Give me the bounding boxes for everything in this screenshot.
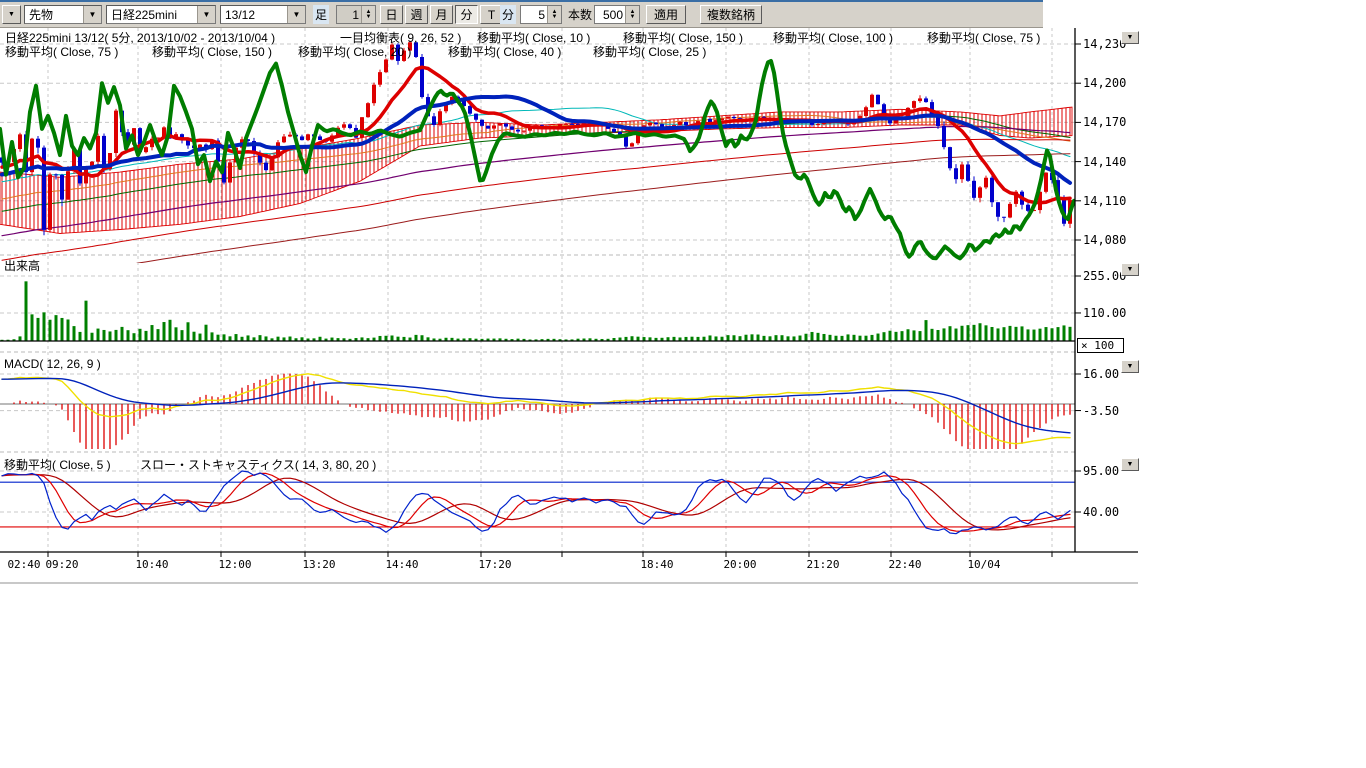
chevron-down-icon: ▼ xyxy=(1127,363,1134,370)
y-axis-tick-label: 14,200 xyxy=(1083,76,1126,90)
x-axis-tick-label: 10/04 xyxy=(967,558,1000,571)
x-axis-tick-label: 17:20 xyxy=(478,558,511,571)
volume-panel-label: 出来高 xyxy=(4,257,40,274)
macd-panel xyxy=(2,374,1070,458)
x-axis-tick-label: 21:20 xyxy=(806,558,839,571)
x-axis-tick-label: 20:00 xyxy=(723,558,756,571)
stoch-ma-label: 移動平均( Close, 5 ) xyxy=(4,456,111,473)
volume-multiplier-badge: × 100 xyxy=(1077,338,1124,353)
y-axis-tick-label: -3.50 xyxy=(1083,404,1119,418)
price-panel-menu-button[interactable]: ▼ xyxy=(1121,31,1139,44)
y-axis-tick-label: 14,230 xyxy=(1083,37,1126,51)
macd-panel-menu-button[interactable]: ▼ xyxy=(1121,360,1139,373)
x-axis-tick-label: 13:20 xyxy=(302,558,335,571)
indicator-header-item: 移動平均( Close, 75 ) xyxy=(5,43,118,60)
macd-panel-label: MACD( 12, 26, 9 ) xyxy=(4,357,101,371)
y-axis-tick-label: 14,170 xyxy=(1083,115,1126,129)
indicator-header-item: 移動平均( Close, 20 ) xyxy=(298,43,411,60)
indicator-header-item: 移動平均( Close, 100 ) xyxy=(773,29,893,46)
y-axis-tick-label: 16.00 xyxy=(1083,367,1119,381)
chart-canvas xyxy=(0,0,1366,768)
overlay-series-green xyxy=(0,61,1074,258)
x-axis-tick-label: 18:40 xyxy=(640,558,673,571)
chevron-down-icon: ▼ xyxy=(1127,266,1134,273)
indicator-header-item: 移動平均( Close, 150 ) xyxy=(152,43,272,60)
price-panel xyxy=(0,41,1074,285)
indicator-header-item: 移動平均( Close, 75 ) xyxy=(927,29,1040,46)
y-axis-tick-label: 40.00 xyxy=(1083,505,1119,519)
y-axis-tick-label: 14,110 xyxy=(1083,194,1126,208)
chevron-down-icon: ▼ xyxy=(1127,461,1134,468)
x-axis-tick-label: 14:40 xyxy=(385,558,418,571)
volume-panel xyxy=(1,281,1072,341)
y-axis-tick-label: 255.00 xyxy=(1083,269,1126,283)
x-axis-tick-label: 22:40 xyxy=(888,558,921,571)
x-axis-tick-label: 10:40 xyxy=(135,558,168,571)
x-axis-tick-label: 12:00 xyxy=(218,558,251,571)
stochastics-panel xyxy=(2,471,1070,534)
chevron-down-icon: ▼ xyxy=(1127,34,1134,41)
x-axis-tick-label: 09:20 xyxy=(45,558,78,571)
stochastics-panel-label: スロー・ストキャスティクス( 14, 3, 80, 20 ) xyxy=(140,456,376,473)
chart-application-window: ▼ 先物 ▼ 日経225mini ▼ 13/12 ▼ 足 1 ▲▼ 日週月分T … xyxy=(0,0,1366,768)
y-axis-tick-label: 95.00 xyxy=(1083,464,1119,478)
y-axis-tick-label: 110.00 xyxy=(1083,306,1126,320)
stochastics-panel-menu-button[interactable]: ▼ xyxy=(1121,458,1139,471)
indicator-header-item: 移動平均( Close, 40 ) xyxy=(448,43,561,60)
y-axis-tick-label: 14,080 xyxy=(1083,233,1126,247)
y-axis-tick-label: 14,140 xyxy=(1083,155,1126,169)
indicator-header-item: 移動平均( Close, 25 ) xyxy=(593,43,706,60)
volume-panel-menu-button[interactable]: ▼ xyxy=(1121,263,1139,276)
x-axis-tick-label: 02:40 xyxy=(7,558,40,571)
